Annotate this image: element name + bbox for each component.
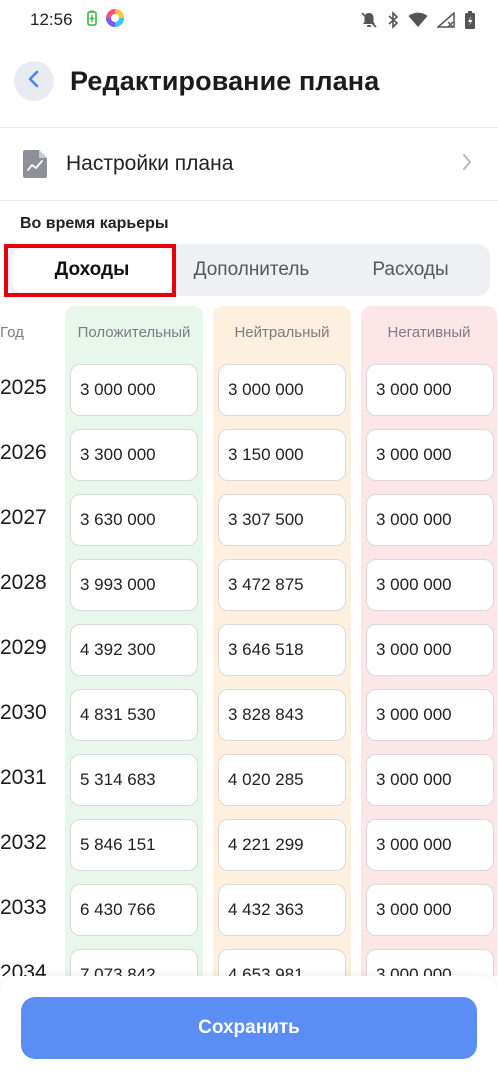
positive-value-field[interactable]: 5 314 683 [70,754,198,806]
neutral-value-field[interactable]: 4 221 299 [218,819,346,871]
year-label: 2028 [0,571,47,594]
scenario-table[interactable]: Год Положительный Нейтральный Негативный… [0,306,498,976]
negative-value-field[interactable]: 3 000 000 [366,364,494,416]
positive-column-header: Положительный [77,324,191,341]
battery-saver-icon [86,10,97,31]
tab-expenses[interactable]: Расходы [331,248,490,292]
plan-settings-row[interactable]: Настройки плана [0,128,498,200]
page-title: Редактирование плана [70,65,380,96]
neutral-value-field[interactable]: 3 828 843 [218,689,346,741]
table-row: 2034 7 073 842 4 653 981 3 000 000 [0,949,498,976]
neutral-value-field[interactable]: 4 653 981 [218,949,346,976]
year-label: 2029 [0,636,47,659]
negative-value-field[interactable]: 3 000 000 [366,494,494,546]
negative-column-header: Негативный [387,324,471,341]
neutral-value-field[interactable]: 3 307 500 [218,494,346,546]
table-row: 2027 3 630 000 3 307 500 3 000 000 [0,494,498,546]
table-row: 2025 3 000 000 3 000 000 3 000 000 [0,364,498,416]
table-row: 2028 3 993 000 3 472 875 3 000 000 [0,559,498,611]
negative-value-field[interactable]: 3 000 000 [366,884,494,936]
status-time: 12:56 [30,10,73,29]
neutral-value-field[interactable]: 3 472 875 [218,559,346,611]
positive-value-field[interactable]: 4 831 530 [70,689,198,741]
positive-value-field[interactable]: 3 993 000 [70,559,198,611]
bottom-action-panel: Сохранить [0,976,498,1080]
year-label: 2032 [0,831,47,854]
neutral-value-field[interactable]: 4 020 285 [218,754,346,806]
plan-settings-label: Настройки плана [66,152,234,175]
chevron-right-icon [462,153,472,176]
section-title: Во время карьеры [20,215,169,232]
positive-value-field[interactable]: 6 430 766 [70,884,198,936]
status-bar: 12:56 [0,0,498,40]
negative-value-field[interactable]: 3 000 000 [366,819,494,871]
app-notification-icon [105,8,125,33]
year-label: 2033 [0,896,47,919]
chart-document-icon [20,149,50,179]
neutral-value-field[interactable]: 3 000 000 [218,364,346,416]
negative-value-field[interactable]: 3 000 000 [366,689,494,741]
table-row: 2026 3 300 000 3 150 000 3 000 000 [0,429,498,481]
negative-value-field[interactable]: 3 000 000 [366,559,494,611]
year-column-header: Год [0,324,24,341]
mute-icon [360,11,378,29]
positive-value-field[interactable]: 3 000 000 [70,364,198,416]
save-button[interactable]: Сохранить [21,997,477,1059]
negative-value-field[interactable]: 3 000 000 [366,754,494,806]
year-label: 2034 [0,961,47,976]
table-row: 2031 5 314 683 4 020 285 3 000 000 [0,754,498,806]
negative-value-field[interactable]: 3 000 000 [366,624,494,676]
neutral-column-header: Нейтральный [234,324,330,341]
positive-value-field[interactable]: 7 073 842 [70,949,198,976]
positive-value-field[interactable]: 3 300 000 [70,429,198,481]
year-label: 2025 [0,376,47,399]
positive-value-field[interactable]: 3 630 000 [70,494,198,546]
table-row: 2029 4 392 300 3 646 518 3 000 000 [0,624,498,676]
table-row: 2032 5 846 151 4 221 299 3 000 000 [0,819,498,871]
negative-value-field[interactable]: 3 000 000 [366,949,494,976]
wifi-icon [408,12,428,28]
cellular-signal-icon [437,12,455,28]
neutral-value-field[interactable]: 3 646 518 [218,624,346,676]
positive-value-field[interactable]: 4 392 300 [70,624,198,676]
negative-value-field[interactable]: 3 000 000 [366,429,494,481]
table-row: 2030 4 831 530 3 828 843 3 000 000 [0,689,498,741]
battery-icon [464,10,476,30]
segmented-tabs: Доходы Дополнитель Расходы [8,244,490,296]
app-header: Редактирование плана [0,52,498,110]
year-label: 2031 [0,766,47,789]
neutral-value-field[interactable]: 4 432 363 [218,884,346,936]
positive-value-field[interactable]: 5 846 151 [70,819,198,871]
arrow-left-icon [26,69,42,94]
tab-additional[interactable]: Дополнитель [172,248,331,292]
back-button[interactable] [14,61,54,101]
tab-income[interactable]: Доходы [12,248,172,292]
year-label: 2030 [0,701,47,724]
divider [0,200,498,201]
table-row: 2033 6 430 766 4 432 363 3 000 000 [0,884,498,936]
year-label: 2026 [0,441,47,464]
year-label: 2027 [0,506,47,529]
bluetooth-icon [387,11,399,29]
neutral-value-field[interactable]: 3 150 000 [218,429,346,481]
